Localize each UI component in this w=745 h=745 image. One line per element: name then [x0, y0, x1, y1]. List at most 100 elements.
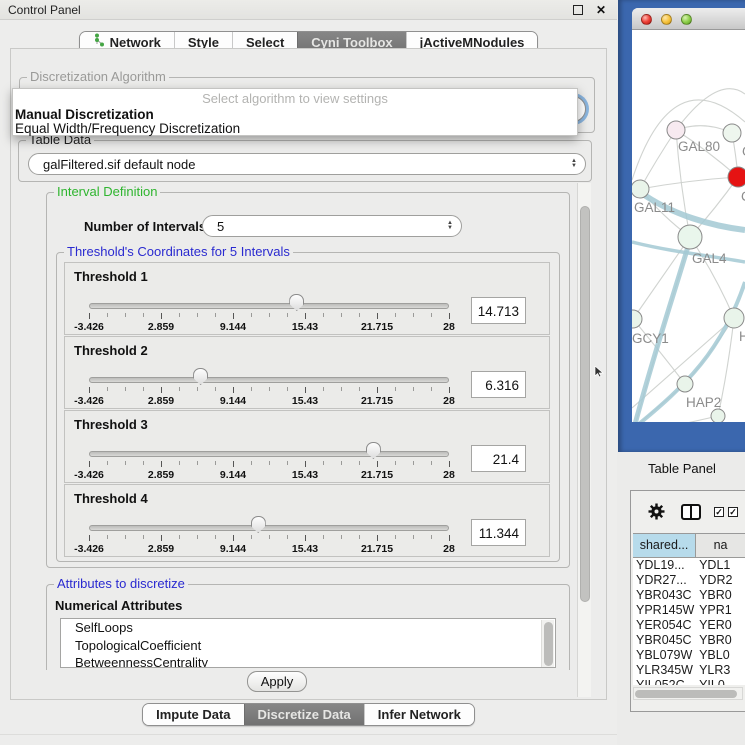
apply-button[interactable]: Apply	[247, 671, 307, 692]
slider-tick	[305, 535, 306, 541]
slider-tick	[161, 535, 162, 541]
table-data-combobox[interactable]: galFiltered.sif default node ▲▼	[28, 153, 586, 175]
attribute-list-item[interactable]: BetweennessCentrality	[61, 654, 555, 668]
attributes-scrollbar[interactable]	[541, 620, 554, 668]
slider-tick	[449, 387, 450, 393]
checkbox-icon[interactable]: ✓	[728, 507, 738, 517]
table-cell: YBL0	[696, 648, 745, 663]
thresholds-group-title: Threshold's Coordinates for 5 Intervals	[64, 245, 293, 258]
threshold-value-field[interactable]: 14.713	[471, 297, 526, 324]
small-bottom-node[interactable]	[711, 409, 725, 422]
slider-tick	[233, 313, 234, 319]
slider-tick-label: 2.859	[148, 321, 174, 333]
table-row[interactable]: YBL079WYBL0	[633, 648, 745, 663]
bottom-tab-infer-network[interactable]: Infer Network	[364, 704, 474, 725]
network-node-label: GAL11	[634, 200, 675, 215]
slider-tick-label: 21.715	[361, 395, 393, 407]
table-row[interactable]: YER054CYER0	[633, 618, 745, 633]
top-right-node[interactable]	[723, 124, 741, 142]
algorithm-option[interactable]: Equal Width/Frequency Discretization	[15, 121, 240, 136]
table-row[interactable]: YBR043CYBR0	[633, 588, 745, 603]
num-intervals-combobox[interactable]: 5 ▲▼	[202, 215, 462, 237]
table-column-header[interactable]: na	[696, 534, 745, 557]
table-row[interactable]: YLR345WYLR3	[633, 663, 745, 678]
table-row[interactable]: YIL052CYIL0	[633, 678, 745, 685]
bottom-tab-impute-data[interactable]: Impute Data	[143, 704, 243, 725]
GAL80-node[interactable]	[667, 121, 685, 139]
threshold-value-field[interactable]: 11.344	[471, 519, 526, 546]
checkbox-icon[interactable]: ✓	[714, 507, 724, 517]
GAL4-node[interactable]	[678, 225, 702, 249]
threshold-slider-track[interactable]	[89, 525, 449, 531]
float-window-icon[interactable]	[573, 5, 583, 15]
slider-tick	[341, 535, 342, 539]
slider-tick-label: 21.715	[361, 469, 393, 481]
network-edge[interactable]	[640, 177, 738, 189]
red-node[interactable]	[728, 167, 745, 187]
attributes-listbox[interactable]: SelfLoopsTopologicalCoefficientBetweenne…	[60, 618, 556, 668]
close-icon[interactable]: ✕	[594, 1, 608, 19]
gear-icon[interactable]	[648, 503, 665, 520]
network-node-label: GCY1	[632, 331, 669, 346]
table-row[interactable]: YPR145WYPR1	[633, 603, 745, 618]
zoom-traffic-light-icon[interactable]	[681, 14, 692, 25]
slider-tick-label: 9.144	[220, 395, 246, 407]
slider-tick	[323, 387, 324, 391]
table-row[interactable]: YBR045CYBR0	[633, 633, 745, 648]
table-row[interactable]: YDL19...YDL1	[633, 558, 745, 573]
table-hscrollbar[interactable]	[633, 687, 743, 700]
network-edge[interactable]	[640, 130, 676, 189]
threshold-label: Threshold 2	[74, 343, 148, 358]
minimize-traffic-light-icon[interactable]	[661, 14, 672, 25]
slider-tick-label: 9.144	[220, 469, 246, 481]
attribute-list-item[interactable]: TopologicalCoefficient	[61, 637, 555, 655]
network-edge[interactable]	[633, 319, 685, 384]
threshold-label: Threshold 4	[74, 491, 148, 506]
HAP2-node[interactable]	[677, 376, 693, 392]
attribute-list-item[interactable]: SelfLoops	[61, 619, 555, 637]
slider-tick-label: 2.859	[148, 469, 174, 481]
panel-scrollbar[interactable]	[577, 183, 591, 697]
table-cell: YER054C	[633, 618, 696, 633]
slider-tick	[449, 461, 450, 467]
GCY1-node[interactable]	[632, 310, 642, 328]
network-edge[interactable]	[690, 237, 734, 318]
slider-tick	[287, 461, 288, 465]
slider-tick-label: -3.426	[74, 543, 104, 555]
panel-scrollbar-thumb[interactable]	[580, 206, 590, 602]
table-cell: YDR27...	[633, 573, 696, 588]
algorithm-option[interactable]: Manual Discretization	[15, 107, 154, 122]
slider-tick	[395, 461, 396, 465]
attributes-scrollbar-thumb[interactable]	[544, 622, 553, 666]
slider-tick	[269, 461, 270, 465]
slider-tick-label: 28	[443, 321, 455, 333]
H-node[interactable]	[724, 308, 744, 328]
GAL11-node[interactable]	[632, 180, 649, 198]
slider-tick	[269, 387, 270, 391]
column-layout-icon[interactable]	[681, 504, 701, 520]
slider-tick	[251, 313, 252, 317]
slider-tick	[359, 535, 360, 539]
threshold-slider-track[interactable]	[89, 451, 449, 457]
threshold-value-field[interactable]: 21.4	[471, 445, 526, 472]
close-traffic-light-icon[interactable]	[641, 14, 652, 25]
bottom-tab-discretize-data[interactable]: Discretize Data	[244, 704, 364, 725]
table-cell: YBR0	[696, 588, 745, 603]
slider-tick	[449, 535, 450, 541]
table-data-value: galFiltered.sif default node	[43, 154, 195, 176]
threshold-slider-track[interactable]	[89, 377, 449, 383]
network-node-label: HAP2	[686, 395, 721, 410]
table-column-header[interactable]: shared...	[633, 534, 696, 557]
slider-tick-label: 2.859	[148, 395, 174, 407]
table-hscrollbar-thumb[interactable]	[635, 690, 737, 698]
network-edge[interactable]	[676, 89, 745, 130]
slider-tick	[107, 313, 108, 317]
table-row[interactable]: YDR27...YDR2	[633, 573, 745, 588]
threshold-value-field[interactable]: 6.316	[471, 371, 526, 398]
slider-tick-label: 15.43	[292, 395, 318, 407]
slider-tick	[125, 313, 126, 317]
threshold-slider-track[interactable]	[89, 303, 449, 309]
screen: Control Panel ✕ NetworkStyleSelectCyni T…	[0, 0, 745, 745]
table-cell: YBR0	[696, 633, 745, 648]
network-canvas[interactable]: GAL80GACGAL11GAL4GCY1HHAP2	[632, 30, 745, 422]
